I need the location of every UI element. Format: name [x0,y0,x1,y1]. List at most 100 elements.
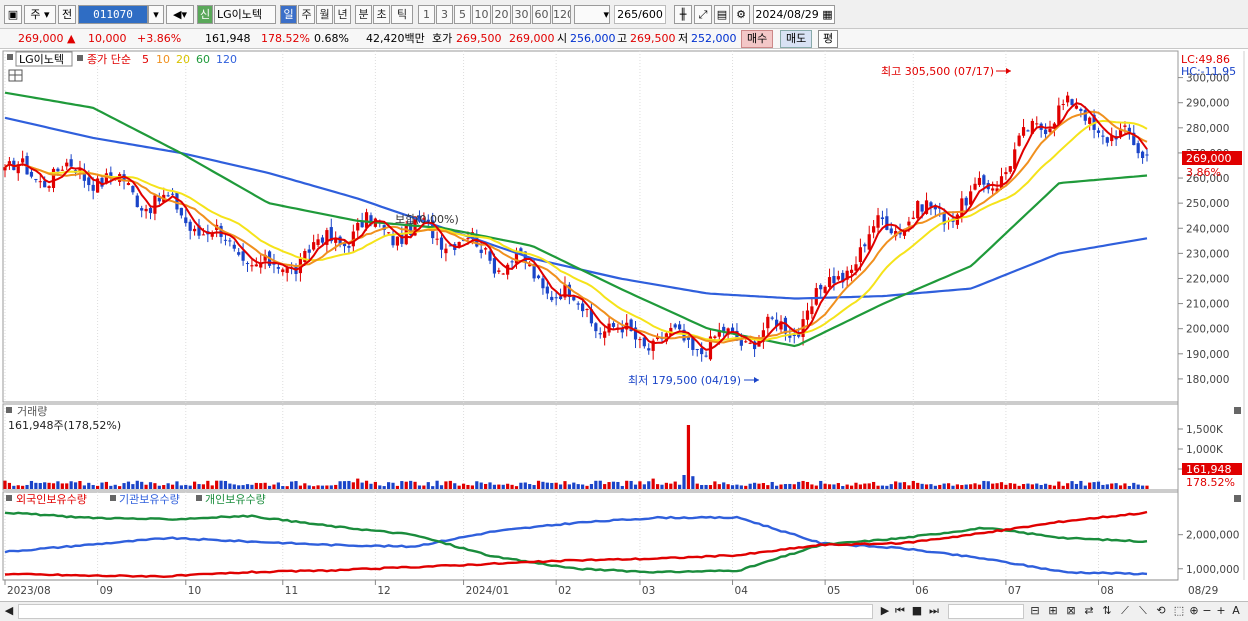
volume-bar [704,484,708,489]
volume-bar [797,481,801,489]
volume-bar [788,483,792,489]
tool-icon-3[interactable]: ⊠ [1064,604,1078,619]
interval-10[interactable]: 10 [472,5,491,24]
volume-bar [78,481,82,489]
tab-yearly[interactable]: 년 [334,5,351,24]
tool-icon-2[interactable]: ⊞ [1046,604,1060,619]
volume-bar [73,482,78,489]
volume-bar [986,481,990,489]
interval-custom-select[interactable]: ▾ [574,5,610,24]
candle-body [810,306,814,315]
tab-tick[interactable]: 틱 [391,5,413,24]
tool-icon-5[interactable]: ⇅ [1100,604,1114,619]
candle-body [827,277,832,288]
tool-icon-6[interactable]: ⟋ [1118,604,1132,619]
zoom-plus-icon[interactable]: + [1216,604,1226,619]
count-display[interactable]: 265/600 [614,5,666,24]
candle-body [87,177,91,186]
candle-icon[interactable]: ╫ [674,5,692,24]
dropdown-icon[interactable]: ▾ [148,5,164,24]
volume-bar [210,485,214,489]
period-type-select[interactable]: 주 ▾ [24,5,56,24]
price-tick-label: 180,000 [1186,374,1229,386]
volume-bar [422,485,426,489]
buy-button[interactable]: 매수 [741,30,774,48]
stock-chart[interactable]: LG이노텍 종가 단순 5 10 20 60 120 최고 305,500 (0… [0,49,1248,601]
candle-body [748,342,752,344]
volume-bar [1132,482,1136,489]
horizontal-scrollbar[interactable] [18,604,873,619]
candle-body [700,348,704,355]
interval-120[interactable]: 120 [552,5,571,24]
last-page-icon[interactable]: ⏭ [927,604,941,619]
tool-icon-8[interactable]: ⟲ [1154,604,1168,619]
volume-bar [298,485,303,489]
volume-bar [263,482,267,489]
date-input[interactable]: 2024/08/29 ▦ [753,5,835,24]
candle-body [805,310,810,320]
interval-20[interactable]: 20 [492,5,511,24]
volume-bar [1114,483,1118,489]
prev-button[interactable]: 전 [58,5,76,24]
candle-body [916,200,920,219]
candle-body [364,212,369,228]
gear-icon[interactable]: ⚙ [732,5,750,24]
sell-button[interactable]: 매도 [780,30,813,48]
tool-icon-4[interactable]: ⇄ [1082,604,1096,619]
tab-weekly[interactable]: 주 [298,5,315,24]
zoom-in-icon[interactable]: ⊕ [1188,604,1200,619]
volume-bar [453,483,457,489]
tab-minute[interactable]: 분 [355,5,372,24]
interval-3[interactable]: 3 [436,5,453,24]
stock-name[interactable]: LG이노텍 [214,5,276,24]
volume-bar [51,483,56,489]
scroll-right-icon[interactable]: ▶ [878,604,892,619]
eval-button[interactable]: 평 [818,30,839,48]
auto-scale-icon[interactable]: A [1230,604,1242,619]
candle-body [647,348,651,351]
candle-body [320,237,325,243]
interval-60[interactable]: 60 [532,5,551,24]
volume-bar [766,485,770,489]
volume-bar [686,425,691,489]
volume-bar [267,485,272,489]
holdings-panel-close-icon[interactable] [1234,495,1241,502]
candle-body [43,180,47,188]
zoom-slider[interactable] [948,604,1024,619]
volume-bar [519,482,523,489]
volume-bar [581,484,585,489]
interval-30[interactable]: 30 [512,5,531,24]
play-icon[interactable]: ■ [910,604,924,619]
candle-body [911,217,915,219]
scroll-left-icon[interactable]: ◀ [2,604,16,619]
volume-bar [1035,483,1039,489]
tab-monthly[interactable]: 월 [316,5,333,24]
holdings-legend: 외국인보유수량 기관보유수량 개인보유수량 [6,493,266,506]
low-price: 252,000 [691,32,737,45]
tool-icon-7[interactable]: ⟍ [1136,604,1150,619]
tab-daily[interactable]: 일 [280,5,297,24]
tab-second[interactable]: 초 [373,5,390,24]
volume-bar [960,485,964,489]
speaker-icon[interactable]: ◀▾ [166,5,194,24]
volume-bar [748,483,752,489]
volume-bar [955,484,960,489]
volume-bar [779,484,783,489]
layout-icon[interactable]: ▣ [4,5,22,24]
tool-icon-9[interactable]: ⬚ [1172,604,1186,619]
tool-icon-1[interactable]: ⊟ [1028,604,1042,619]
zoom-minus-icon[interactable]: − [1202,604,1212,619]
first-page-icon[interactable]: ⏮ [893,604,907,619]
draw-icon[interactable]: ⤢ [694,5,712,24]
volume-panel-close-icon[interactable] [1234,407,1241,414]
volume-bar [977,484,982,489]
candle-body [907,221,911,226]
volume-bar [1083,485,1087,489]
stock-code-input[interactable]: 011070 [78,5,148,24]
interval-5[interactable]: 5 [454,5,471,24]
candle-body [673,324,677,328]
interval-1[interactable]: 1 [418,5,435,24]
volume-bar [938,484,942,489]
volume-bar [312,486,316,489]
save-icon[interactable]: ▤ [714,5,730,24]
